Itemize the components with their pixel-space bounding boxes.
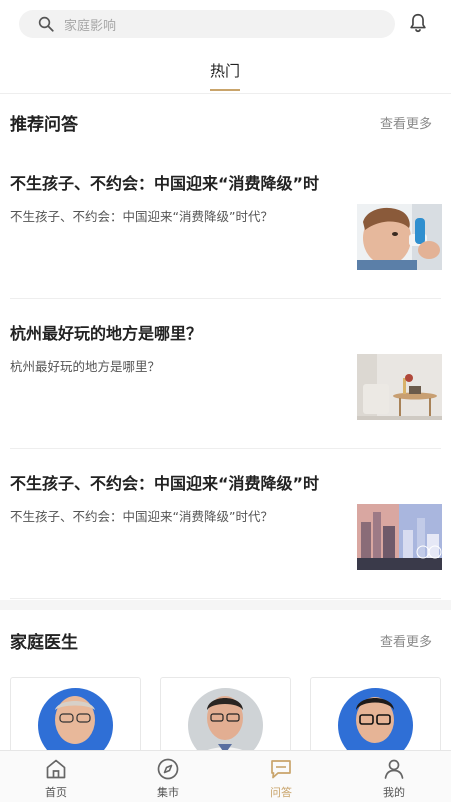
doctors-more-link[interactable]: 查看更多 bbox=[380, 631, 432, 650]
doctor-card[interactable] bbox=[160, 677, 291, 757]
question-title: 不生孩子、不约会：中国迎来“消费降级”时 bbox=[10, 474, 320, 493]
question-thumbnail bbox=[357, 504, 442, 570]
nav-home-label: 首页 bbox=[45, 786, 67, 799]
question-item[interactable]: 不生孩子、不约会：中国迎来“消费降级”时 不生孩子、不约会：中国迎来“消费降级”… bbox=[0, 470, 451, 620]
question-title: 不生孩子、不约会：中国迎来“消费降级”时 bbox=[10, 174, 320, 193]
compass-icon bbox=[157, 758, 179, 780]
question-thumbnail bbox=[357, 354, 442, 420]
bell-icon[interactable] bbox=[407, 12, 429, 34]
recommended-title: 推荐问答 bbox=[10, 115, 78, 135]
recommended-header: 推荐问答 查看更多 bbox=[0, 110, 451, 140]
nav-mine-label: 我的 bbox=[383, 786, 405, 799]
nav-market-label: 集市 bbox=[157, 786, 179, 799]
question-thumbnail bbox=[357, 204, 442, 270]
doctor-avatar bbox=[38, 688, 113, 756]
doctor-avatar bbox=[338, 688, 413, 756]
question-desc: 杭州最好玩的地方是哪里？ bbox=[10, 359, 161, 374]
question-desc: 不生孩子、不约会：中国迎来“消费降级”时代？ bbox=[10, 509, 273, 524]
home-icon bbox=[46, 759, 66, 779]
question-title: 杭州最好玩的地方是哪里？ bbox=[10, 324, 203, 343]
item-divider bbox=[10, 298, 441, 299]
tab-hot[interactable]: 热门 bbox=[200, 60, 250, 81]
recommended-more-link[interactable]: 查看更多 bbox=[380, 113, 432, 132]
user-icon bbox=[384, 759, 404, 779]
nav-market[interactable]: 集市 bbox=[112, 751, 224, 802]
nav-qa[interactable]: 问答 bbox=[225, 751, 337, 802]
search-placeholder: 家庭影响 bbox=[64, 18, 117, 34]
tab-active-indicator bbox=[210, 89, 240, 91]
doctors-header: 家庭医生 查看更多 bbox=[0, 628, 451, 658]
item-divider bbox=[10, 598, 441, 599]
tab-bar: 热门 bbox=[0, 48, 451, 94]
bottom-nav: 首页 集市 问答 我的 bbox=[0, 750, 451, 802]
section-separator bbox=[0, 600, 451, 610]
doctors-title: 家庭医生 bbox=[10, 633, 78, 653]
search-icon bbox=[38, 16, 54, 32]
doctor-avatar bbox=[188, 688, 263, 756]
top-bar: 家庭影响 bbox=[0, 0, 451, 48]
question-item[interactable]: 杭州最好玩的地方是哪里？ 杭州最好玩的地方是哪里？ bbox=[0, 320, 451, 470]
nav-qa-label: 问答 bbox=[270, 786, 292, 799]
nav-home[interactable]: 首页 bbox=[0, 751, 112, 802]
doctor-card[interactable] bbox=[310, 677, 441, 757]
question-item[interactable]: 不生孩子、不约会：中国迎来“消费降级”时 不生孩子、不约会：中国迎来“消费降级”… bbox=[0, 170, 451, 320]
chat-icon bbox=[271, 760, 291, 779]
nav-mine[interactable]: 我的 bbox=[338, 751, 450, 802]
search-input[interactable]: 家庭影响 bbox=[19, 10, 395, 38]
doctor-card[interactable] bbox=[10, 677, 141, 757]
item-divider bbox=[10, 448, 441, 449]
question-desc: 不生孩子、不约会：中国迎来“消费降级”时代？ bbox=[10, 209, 273, 224]
